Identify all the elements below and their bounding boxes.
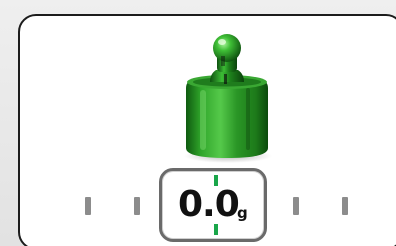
- reading-unit: g: [237, 204, 248, 222]
- scale-tick: [134, 197, 140, 215]
- weight-readout: 0.0 g: [159, 168, 267, 242]
- scale-widget: 0.0 g: [0, 0, 396, 246]
- center-marker-bottom: [214, 224, 218, 235]
- scale-tick: [293, 197, 299, 215]
- reading-value: 0.0: [178, 184, 240, 225]
- scale-tick: [342, 197, 348, 215]
- scale-card: 0.0 g: [18, 14, 396, 246]
- scale-ruler: 0.0 g: [20, 156, 396, 246]
- scale-tick: [85, 197, 91, 215]
- weight-icon: [172, 30, 282, 166]
